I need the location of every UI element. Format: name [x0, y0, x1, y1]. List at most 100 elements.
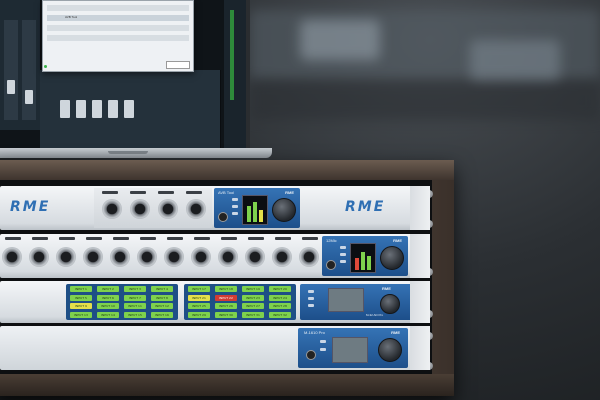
channel-label — [194, 237, 210, 240]
channel-indicator: INPUT 1 — [70, 286, 92, 292]
xlr-input[interactable] — [245, 247, 265, 267]
headphone-jack[interactable] — [218, 212, 228, 222]
combo-jack-input[interactable] — [158, 199, 178, 219]
channel-label — [167, 237, 183, 240]
encoder-knob[interactable] — [380, 294, 400, 314]
panel-rme-logo: RME — [393, 238, 402, 243]
lcd-display — [242, 195, 268, 225]
lcd-display — [328, 288, 364, 312]
dialog-row[interactable]: AVB Tool — [47, 15, 189, 21]
channel-bank-left: INPUT 1 INPUT 2 INPUT 3 INPUT 4 INPUT 5 INPUT… — [66, 284, 178, 320]
rme-unit-avb-tool: RME AVB Tool RME RME — [0, 186, 430, 230]
rme-unit-12mic: 12Mic RME — [0, 234, 430, 278]
panel-button[interactable] — [308, 297, 314, 300]
combo-jack-input[interactable] — [186, 199, 206, 219]
panel-button[interactable] — [340, 260, 346, 263]
dialog-ok-button[interactable] — [166, 61, 190, 69]
panel-button[interactable] — [320, 340, 326, 343]
encoder-knob[interactable] — [378, 338, 402, 362]
panel-button[interactable] — [308, 304, 314, 307]
channel-indicator: INPUT 25 — [188, 303, 210, 309]
panel-label: 12Mic — [326, 238, 337, 243]
dialog-row-text: AVB Tool — [65, 15, 78, 19]
laptop-notch — [108, 151, 148, 154]
channel-label — [59, 237, 75, 240]
xlr-input[interactable] — [137, 247, 157, 267]
panel-button[interactable] — [232, 198, 238, 201]
control-panel: AVB Tool RME — [214, 188, 300, 228]
xlr-input[interactable] — [272, 247, 292, 267]
dialog-row[interactable] — [47, 5, 189, 11]
level-meter — [253, 202, 257, 222]
channel-label — [302, 237, 318, 240]
control-panel: RME M-32 AD Pro — [300, 284, 412, 320]
channel-indicator: INPUT 2 — [97, 286, 119, 292]
daw-side-panel — [224, 0, 246, 148]
channel-indicator: INPUT 6 — [97, 294, 119, 301]
rack-bottom — [0, 374, 454, 396]
daw-fader[interactable] — [108, 100, 118, 118]
daw-fader[interactable] — [60, 100, 70, 118]
xlr-input[interactable] — [191, 247, 211, 267]
channel-indicator: INPUT 28 — [269, 303, 291, 309]
channel-label — [221, 237, 237, 240]
daw-fader[interactable] — [92, 100, 102, 118]
xlr-input[interactable] — [29, 247, 49, 267]
channel-indicator: INPUT 12 — [151, 303, 173, 309]
channel-label — [140, 237, 156, 240]
panel-label: AVB Tool — [218, 190, 235, 195]
channel-indicator: INPUT 27 — [242, 303, 264, 309]
panel-button[interactable] — [320, 348, 326, 351]
channel-indicator: INPUT 19 — [242, 286, 264, 292]
laptop-screen: AVB Tool — [0, 0, 250, 150]
xlr-input[interactable] — [299, 247, 319, 267]
xlr-input[interactable] — [56, 247, 76, 267]
daw-fader[interactable] — [76, 100, 86, 118]
channel-indicator: INPUT 29 — [188, 311, 210, 318]
headphone-jack[interactable] — [306, 350, 316, 360]
channel-indicator: INPUT 30 — [215, 311, 237, 318]
daw-fader[interactable] — [7, 80, 15, 94]
rack-ear — [410, 326, 430, 370]
xlr-input[interactable] — [110, 247, 130, 267]
channel-indicator: INPUT 24 — [269, 294, 291, 301]
input-section — [94, 188, 212, 228]
daw-fader[interactable] — [25, 90, 33, 104]
daw-channel-strip — [4, 20, 18, 120]
panel-button[interactable] — [232, 212, 238, 215]
encoder-knob[interactable] — [272, 198, 296, 222]
panel-button[interactable] — [308, 290, 314, 293]
channel-indicator: INPUT 21 — [188, 294, 210, 301]
panel-rme-logo: RME — [382, 286, 391, 291]
combo-jack-input[interactable] — [102, 199, 122, 219]
xlr-input[interactable] — [83, 247, 103, 267]
panel-button[interactable] — [232, 205, 238, 208]
control-panel: M-1610 Pro RME — [298, 328, 408, 368]
channel-label — [113, 237, 129, 240]
level-meter — [247, 206, 251, 222]
panel-button[interactable] — [340, 253, 346, 256]
panel-label: M-1610 Pro — [304, 330, 325, 335]
dialog-row[interactable] — [47, 35, 189, 41]
combo-jack-input[interactable] — [130, 199, 150, 219]
channel-indicator: INPUT 31 — [242, 311, 264, 318]
daw-fader[interactable] — [124, 100, 134, 118]
rack-ear — [410, 281, 430, 323]
channel-label — [86, 237, 102, 240]
level-meter — [367, 256, 371, 270]
dialog-row[interactable] — [47, 25, 189, 31]
xlr-input[interactable] — [2, 247, 22, 267]
xlr-input[interactable] — [164, 247, 184, 267]
panel-button[interactable] — [340, 246, 346, 249]
rack-ear — [410, 186, 430, 230]
encoder-knob[interactable] — [380, 246, 404, 270]
channel-label — [158, 191, 174, 194]
rme-logo: RME — [10, 199, 51, 215]
channel-indicator: INPUT 18 — [215, 286, 237, 292]
channel-indicator: INPUT 13 — [70, 311, 92, 318]
channel-indicator: INPUT 8 — [151, 294, 173, 301]
channel-indicator: INPUT 10 — [97, 303, 119, 309]
channel-label — [5, 237, 21, 240]
xlr-input[interactable] — [218, 247, 238, 267]
headphone-jack[interactable] — [326, 260, 336, 270]
